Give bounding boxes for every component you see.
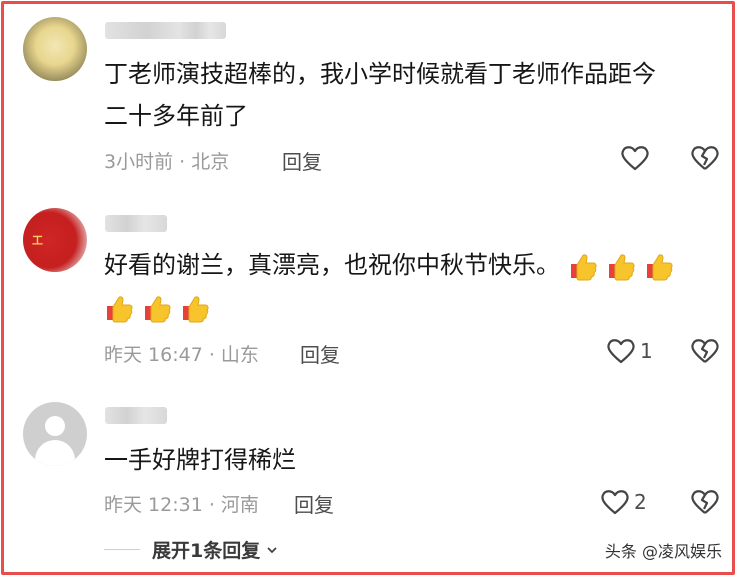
dislike-button[interactable] (690, 144, 720, 172)
thumbs-up-emoji-icon (142, 293, 172, 323)
like-button[interactable]: 1 (606, 337, 653, 365)
like-button[interactable]: 2 (600, 488, 647, 516)
comment-text-line: 好看的谢兰，真漂亮，也祝你中秋节快乐。 (104, 244, 674, 286)
watermark: 头条 @凌风娱乐 (604, 542, 722, 561)
emoji-row (96, 286, 674, 328)
divider-line (104, 549, 140, 550)
heart-icon (601, 490, 629, 515)
username-blurred[interactable] (105, 215, 167, 232)
thumbs-up-emoji-icon (568, 251, 598, 281)
comment-meta: 昨天 16:47 · 山东 (104, 344, 259, 366)
reply-button[interactable]: 回复 (294, 489, 334, 518)
like-count: 2 (634, 490, 647, 514)
expand-replies-button[interactable]: 展开1条回复 (104, 536, 278, 563)
chevron-down-icon (267, 546, 277, 553)
dislike-button[interactable] (690, 337, 720, 365)
comment-text: 一手好牌打得稀烂 (104, 439, 296, 481)
broken-heart-icon (691, 146, 719, 170)
heart-icon (607, 339, 635, 364)
comment-text-line: 一手好牌打得稀烂 (104, 446, 296, 474)
comment-text: 好看的谢兰，真漂亮，也祝你中秋节快乐。 (104, 244, 674, 328)
username-blurred[interactable] (105, 407, 167, 424)
like-button[interactable] (620, 144, 654, 172)
expand-replies-label: 展开1条回复 (152, 540, 261, 562)
comment-text-line: 二十多年前了 (104, 102, 248, 130)
emoji-row (560, 251, 674, 281)
dislike-button[interactable] (690, 488, 720, 516)
reply-button[interactable]: 回复 (282, 146, 322, 175)
username-blurred-suffix (180, 22, 226, 39)
avatar-icon[interactable]: 工 (23, 208, 87, 272)
thumbs-up-emoji-icon (606, 251, 636, 281)
broken-heart-icon (691, 490, 719, 514)
thumbs-up-emoji-icon (180, 293, 210, 323)
comment-text-line: 丁老师演技超棒的，我小学时候就看丁老师作品距今 (104, 60, 656, 88)
avatar-mark: 工 (32, 234, 43, 247)
thumbs-up-emoji-icon (644, 251, 674, 281)
default-avatar-icon[interactable] (23, 402, 87, 466)
thumbs-up-emoji-icon (104, 293, 134, 323)
comment-meta: 3小时前 · 北京 (104, 151, 230, 173)
comment-meta: 昨天 12:31 · 河南 (104, 494, 259, 516)
avatar-icon[interactable] (23, 17, 87, 81)
reply-button[interactable]: 回复 (300, 339, 340, 368)
broken-heart-icon (691, 339, 719, 363)
like-count: 1 (640, 339, 653, 363)
comment-text-content: 好看的谢兰，真漂亮，也祝你中秋节快乐。 (104, 251, 560, 279)
comment-text: 丁老师演技超棒的，我小学时候就看丁老师作品距今 二十多年前了 (104, 53, 656, 137)
heart-icon (621, 146, 649, 171)
